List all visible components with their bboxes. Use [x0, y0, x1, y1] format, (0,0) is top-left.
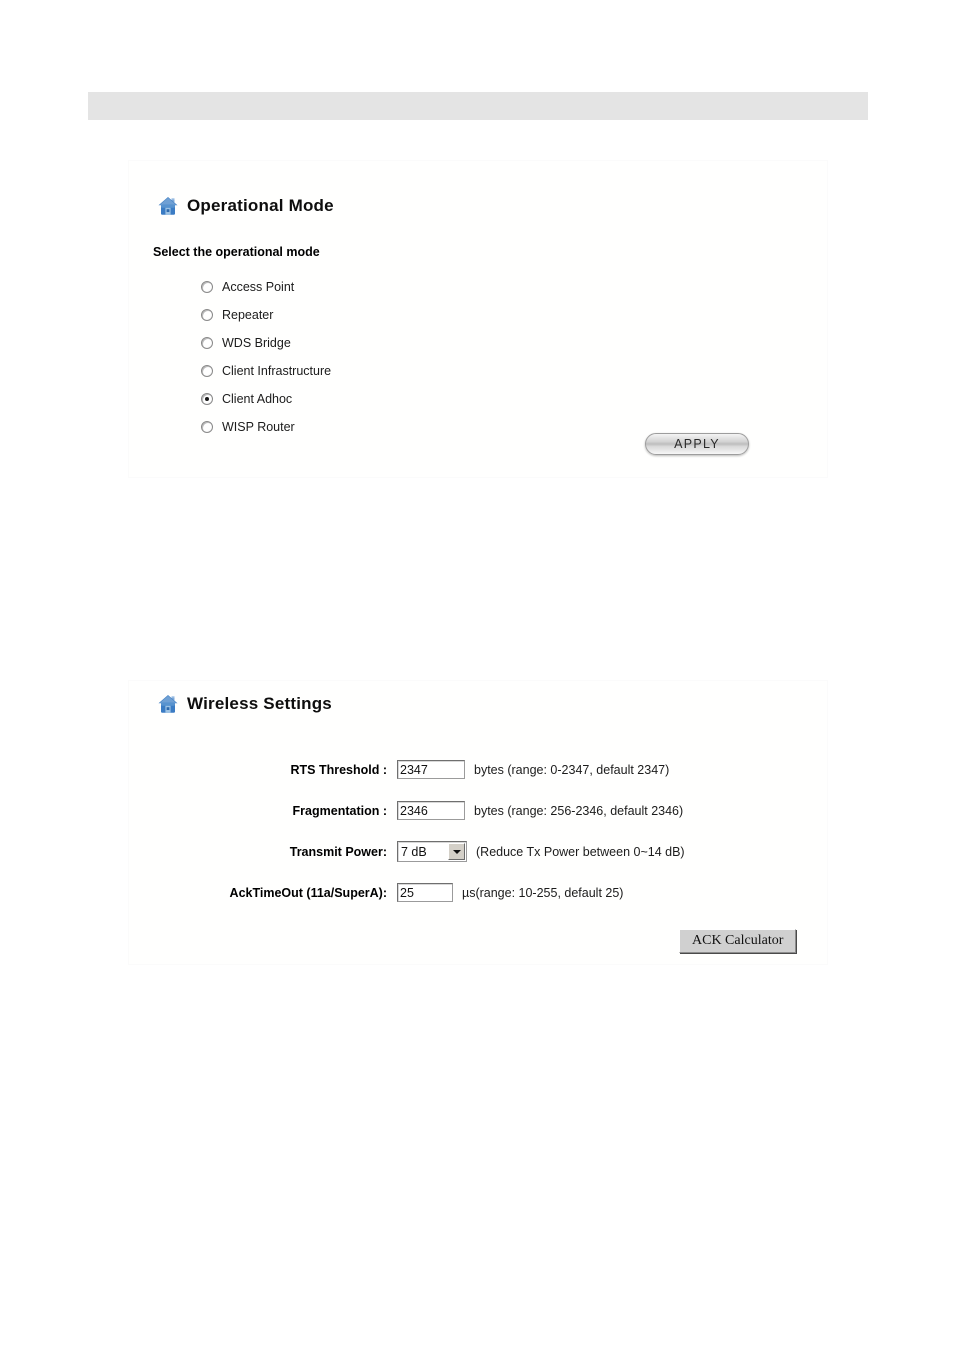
- form-row-transmit-power: Transmit Power: 7 dB (Reduce Tx Power be…: [129, 831, 827, 872]
- page-header-bar: [88, 92, 868, 120]
- radio-label: WISP Router: [222, 420, 295, 434]
- house-icon: [157, 195, 179, 217]
- page-title: Operational Mode: [187, 196, 334, 215]
- ack-timeout-input[interactable]: 25: [397, 883, 453, 902]
- form-row-rts-threshold: RTS Threshold : 2347 bytes (range: 0-234…: [129, 749, 827, 790]
- radio-option-client-infrastructure[interactable]: Client Infrastructure: [201, 357, 331, 385]
- rts-threshold-hint: bytes (range: 0-2347, default 2347): [474, 762, 670, 777]
- radio-icon[interactable]: [201, 421, 213, 433]
- ack-timeout-hint: µs(range: 10-255, default 25): [462, 885, 624, 900]
- rts-threshold-label: RTS Threshold :: [290, 762, 387, 777]
- transmit-power-hint: (Reduce Tx Power between 0~14 dB): [476, 844, 685, 859]
- ack-calculator-button[interactable]: ACK Calculator: [679, 929, 797, 953]
- ack-timeout-label: AckTimeOut (11a/SuperA):: [229, 885, 387, 900]
- radio-option-client-adhoc[interactable]: Client Adhoc: [201, 385, 331, 413]
- apply-button[interactable]: APPLY: [645, 433, 749, 455]
- ack-calculator-button-label: ACK Calculator: [692, 933, 784, 948]
- radio-option-repeater[interactable]: Repeater: [201, 301, 331, 329]
- radio-label: Repeater: [222, 308, 274, 322]
- operational-mode-instruction: Select the operational mode: [153, 245, 320, 259]
- transmit-power-label: Transmit Power:: [289, 844, 387, 859]
- radio-icon[interactable]: [201, 309, 213, 321]
- transmit-power-select[interactable]: 7 dB: [397, 841, 467, 862]
- wireless-settings-form: RTS Threshold : 2347 bytes (range: 0-234…: [129, 749, 827, 913]
- radio-label: Client Adhoc: [222, 392, 293, 406]
- operational-mode-panel: Operational Mode Select the operational …: [128, 160, 828, 478]
- radio-icon[interactable]: [201, 337, 213, 349]
- fragmentation-label: Fragmentation :: [292, 803, 387, 818]
- chevron-down-icon[interactable]: [448, 843, 465, 860]
- radio-icon[interactable]: [201, 365, 213, 377]
- radio-option-wisp-router[interactable]: WISP Router: [201, 413, 331, 441]
- fragmentation-input[interactable]: 2346: [397, 801, 465, 820]
- radio-icon[interactable]: [201, 281, 213, 293]
- transmit-power-value: 7 dB: [401, 844, 427, 859]
- section-title: Wireless Settings: [187, 694, 332, 713]
- apply-button-label: APPLY: [674, 437, 720, 451]
- operational-mode-heading: Operational Mode: [157, 195, 334, 217]
- radio-label: Client Infrastructure: [222, 364, 332, 378]
- house-icon: [157, 693, 179, 715]
- form-row-fragmentation: Fragmentation : 2346 bytes (range: 256-2…: [129, 790, 827, 831]
- wireless-settings-panel: Wireless Settings RTS Threshold : 2347 b…: [128, 680, 828, 965]
- operational-mode-radio-group: Access Point Repeater WDS Bridge Client …: [201, 273, 331, 441]
- form-row-ack-timeout: AckTimeOut (11a/SuperA): 25 µs(range: 10…: [129, 872, 827, 913]
- radio-option-wds-bridge[interactable]: WDS Bridge: [201, 329, 331, 357]
- wireless-settings-heading: Wireless Settings: [157, 693, 332, 715]
- rts-threshold-input[interactable]: 2347: [397, 760, 465, 779]
- radio-option-access-point[interactable]: Access Point: [201, 273, 331, 301]
- fragmentation-hint: bytes (range: 256-2346, default 2346): [474, 803, 684, 818]
- radio-label: WDS Bridge: [222, 336, 291, 350]
- radio-label: Access Point: [222, 280, 295, 294]
- radio-icon[interactable]: [201, 393, 213, 405]
